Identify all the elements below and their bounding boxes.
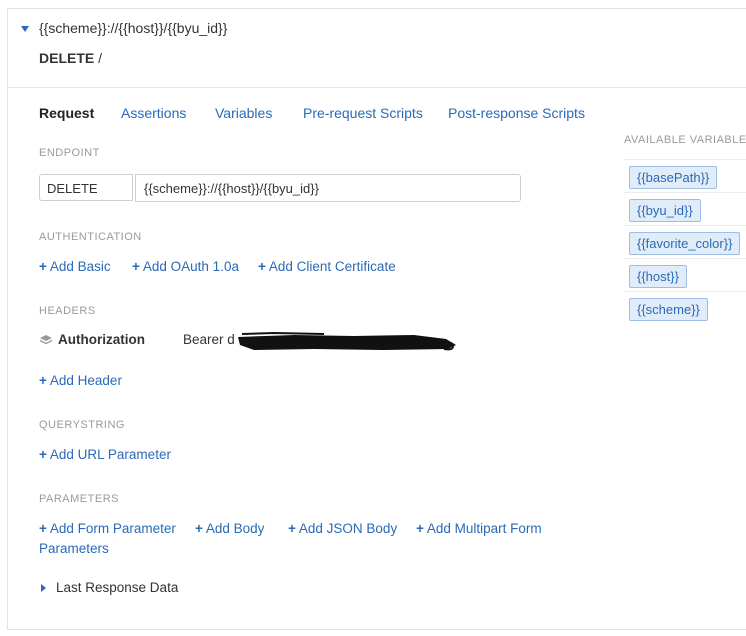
add-body-label: Add Body	[205, 521, 265, 536]
plus-icon: +	[39, 447, 47, 462]
tab-request[interactable]: Request	[39, 105, 94, 121]
request-method-title: DELETE /	[39, 50, 102, 66]
add-multipart-form-button[interactable]: + Add Multipart Form	[416, 521, 542, 536]
add-oauth-label: Add OAuth 1.0a	[142, 259, 239, 274]
add-multipart-form-label: Add Multipart Form	[426, 521, 542, 536]
parameters-label: PARAMETERS	[39, 493, 119, 505]
add-client-certificate-label: Add Client Certificate	[268, 259, 396, 274]
variable-chip-byu-id[interactable]: {{byu_id}}	[629, 199, 701, 222]
header-value-authorization[interactable]: Bearer d	[183, 332, 235, 347]
plus-icon: +	[39, 373, 47, 388]
add-oauth-button[interactable]: + Add OAuth 1.0a	[132, 259, 239, 274]
add-url-parameter-label: Add URL Parameter	[49, 447, 171, 462]
variable-row: {{host}}	[623, 258, 746, 292]
add-header-button[interactable]: + Add Header	[39, 373, 122, 388]
layers-icon	[39, 335, 53, 345]
tab-pre-request-scripts[interactable]: Pre-request Scripts	[303, 105, 423, 121]
variable-chip-favorite-color[interactable]: {{favorite_color}}	[629, 232, 741, 255]
plus-icon: +	[416, 521, 424, 536]
available-variables-label: AVAILABLE VARIABLES	[624, 134, 746, 146]
add-form-parameter-label: Add Form Parameter	[49, 521, 176, 536]
expand-caret-icon[interactable]	[41, 584, 46, 592]
variable-chip-basepath[interactable]: {{basePath}}	[629, 166, 718, 189]
variable-chip-scheme[interactable]: {{scheme}}	[629, 298, 708, 321]
plus-icon: +	[258, 259, 266, 274]
add-body-button[interactable]: + Add Body	[195, 521, 264, 536]
header-name-authorization[interactable]: Authorization	[58, 332, 145, 347]
redaction-scribble	[238, 331, 456, 351]
variable-chip-host[interactable]: {{host}}	[629, 265, 687, 288]
request-url-title: {{scheme}}://{{host}}/{{byu_id}}	[39, 20, 228, 36]
tab-assertions[interactable]: Assertions	[121, 105, 186, 121]
request-panel: {{scheme}}://{{host}}/{{byu_id}} DELETE …	[7, 8, 746, 630]
add-form-parameter-label-continued[interactable]: Parameters	[39, 541, 109, 556]
add-header-label: Add Header	[49, 373, 122, 388]
variable-row: {{byu_id}}	[623, 192, 746, 226]
endpoint-url-input[interactable]	[135, 174, 521, 202]
tab-post-response-scripts[interactable]: Post-response Scripts	[448, 105, 585, 121]
method-label: DELETE	[39, 50, 95, 66]
path-label: /	[98, 50, 103, 66]
variable-row: {{basePath}}	[623, 159, 746, 193]
plus-icon: +	[39, 259, 47, 274]
add-client-certificate-button[interactable]: + Add Client Certificate	[258, 259, 396, 274]
authentication-label: AUTHENTICATION	[39, 231, 142, 243]
plus-icon: +	[39, 521, 47, 536]
querystring-label: QUERYSTRING	[39, 419, 125, 431]
add-basic-button[interactable]: + Add Basic	[39, 259, 111, 274]
plus-icon: +	[195, 521, 203, 536]
add-basic-label: Add Basic	[49, 259, 111, 274]
tab-bar: Request Assertions Variables Pre-request…	[8, 105, 628, 125]
last-response-toggle[interactable]: Last Response Data	[56, 580, 178, 595]
request-header[interactable]: {{scheme}}://{{host}}/{{byu_id}} DELETE …	[8, 9, 746, 87]
collapse-caret-icon[interactable]	[21, 26, 29, 32]
add-url-parameter-button[interactable]: + Add URL Parameter	[39, 447, 171, 462]
add-form-parameter-button[interactable]: + Add Form Parameter	[39, 521, 176, 536]
tab-variables[interactable]: Variables	[215, 105, 272, 121]
endpoint-label: ENDPOINT	[39, 147, 100, 159]
add-json-body-label: Add JSON Body	[298, 521, 398, 536]
header-divider	[8, 87, 746, 88]
plus-icon: +	[288, 521, 296, 536]
method-select[interactable]: DELETE	[39, 174, 133, 201]
plus-icon: +	[132, 259, 140, 274]
variable-row: {{favorite_color}}	[623, 225, 746, 259]
headers-label: HEADERS	[39, 305, 96, 317]
variable-row: {{scheme}}	[623, 291, 746, 325]
add-json-body-button[interactable]: + Add JSON Body	[288, 521, 397, 536]
